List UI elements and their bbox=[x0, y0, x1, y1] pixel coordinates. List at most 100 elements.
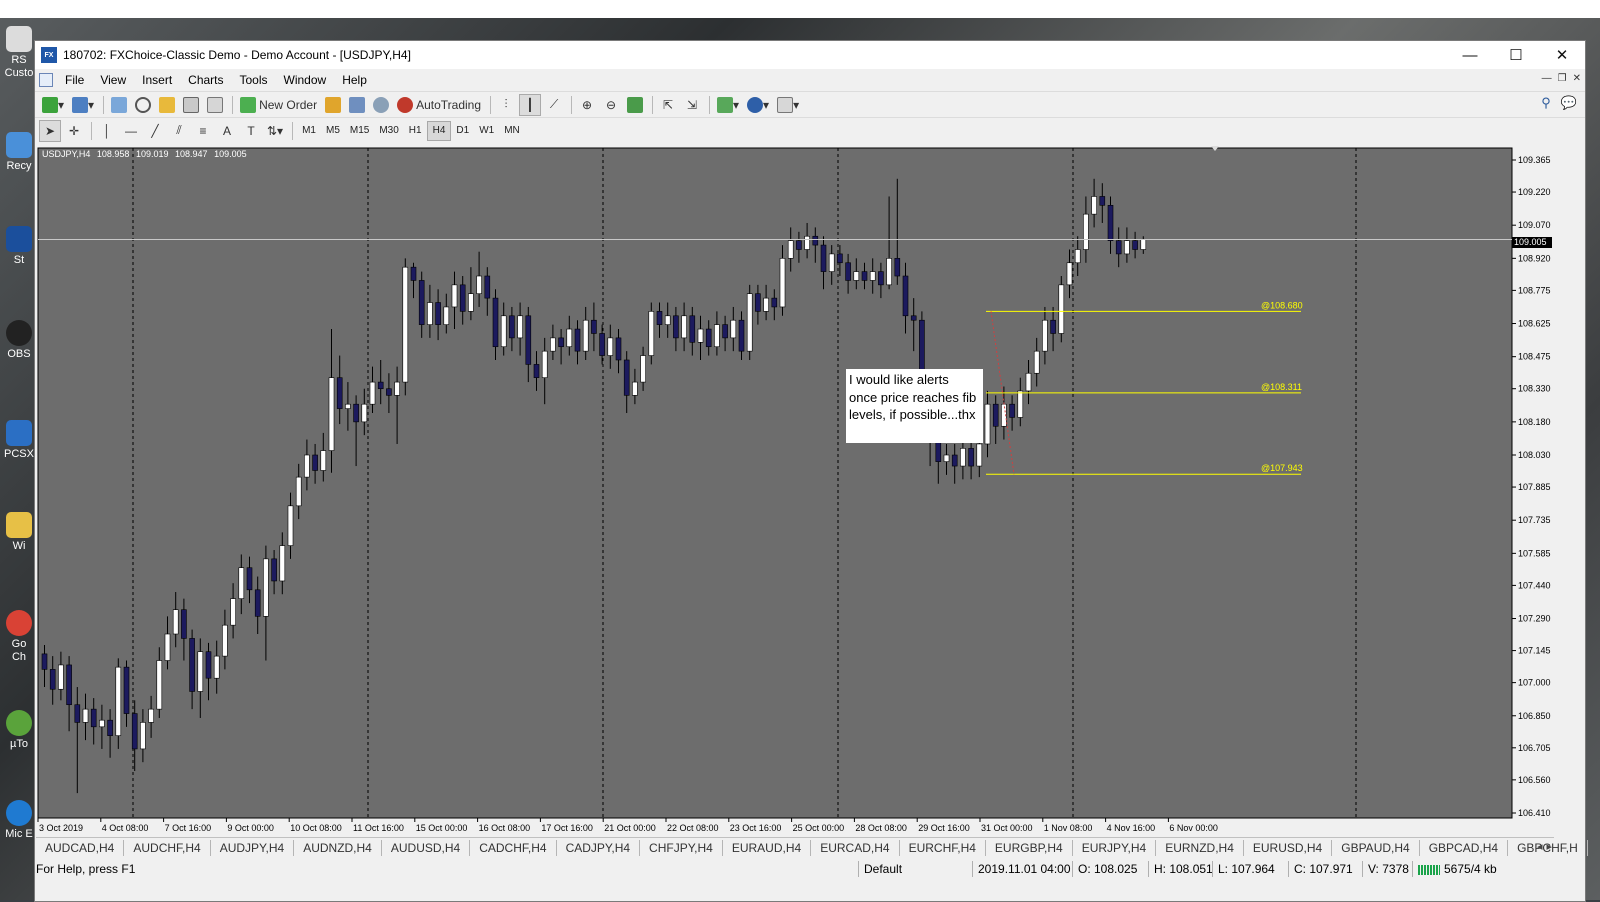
profiles-button[interactable]: ▾ bbox=[69, 94, 97, 116]
indicators-button[interactable]: ▾ bbox=[714, 94, 742, 116]
strategy-tester-button[interactable] bbox=[204, 94, 226, 116]
fibonacci-button[interactable]: ≡ bbox=[192, 120, 214, 142]
time-axis-label: 25 Oct 00:00 bbox=[793, 823, 845, 833]
navigator-icon bbox=[159, 96, 176, 113]
data-window-button[interactable] bbox=[132, 94, 154, 116]
close-button[interactable]: ✕ bbox=[1539, 41, 1585, 69]
menu-file[interactable]: File bbox=[57, 69, 92, 91]
metaeditor-button[interactable] bbox=[322, 94, 344, 116]
chart-shift-button[interactable]: ⇲ bbox=[681, 94, 703, 116]
desktop-icon-obs[interactable]: OBS bbox=[4, 320, 34, 361]
tab-audnzd[interactable]: AUDNZD,H4 bbox=[294, 839, 382, 856]
equidistant-channel-button[interactable]: ⫽ bbox=[168, 120, 190, 142]
timeframe-h4[interactable]: H4 bbox=[426, 120, 452, 141]
arrows-button[interactable]: ⇅▾ bbox=[264, 120, 286, 142]
tab-audjpy[interactable]: AUDJPY,H4 bbox=[211, 839, 295, 856]
tab-cadchf[interactable]: CADCHF,H4 bbox=[470, 839, 557, 856]
fx-app-icon: FX bbox=[41, 47, 57, 63]
time-axis-label: 22 Oct 08:00 bbox=[667, 823, 719, 833]
crosshair-icon bbox=[135, 96, 152, 113]
vertical-line-button[interactable]: │ bbox=[96, 120, 118, 142]
trendline-button[interactable]: ╱ bbox=[144, 120, 166, 142]
desktop-icon-1[interactable]: RS Custo bbox=[4, 26, 34, 80]
candlestick-button[interactable]: ┃ bbox=[519, 93, 542, 116]
periods-button[interactable]: ▾ bbox=[744, 94, 772, 116]
mail-button[interactable] bbox=[346, 94, 368, 116]
search-icon[interactable]: ⚲ bbox=[1541, 95, 1551, 111]
timeframe-d1[interactable]: D1 bbox=[451, 121, 474, 141]
chart-area[interactable]: @108.680 @108.311 @107.943 109.365 109.220 10… bbox=[36, 146, 1554, 835]
child-close-icon[interactable]: ✕ bbox=[1573, 73, 1581, 84]
timeframe-h1[interactable]: H1 bbox=[404, 121, 427, 141]
tab-eurgbp[interactable]: EURGBP,H4 bbox=[986, 839, 1073, 856]
bull-candle bbox=[345, 403, 351, 409]
line-chart-button[interactable]: ⟋ bbox=[543, 94, 565, 116]
market-watch-button[interactable] bbox=[108, 94, 130, 116]
tab-gbpcad[interactable]: GBPCAD,H4 bbox=[1420, 839, 1509, 856]
desktop-icon-3[interactable]: St bbox=[4, 226, 34, 267]
cursor-button[interactable]: ➤ bbox=[39, 119, 61, 142]
menu-tools[interactable]: Tools bbox=[232, 69, 276, 91]
timeframe-m15[interactable]: M15 bbox=[345, 121, 374, 141]
title-bar[interactable]: FX 180702: FXChoice-Classic Demo - Demo … bbox=[35, 41, 1585, 69]
tab-eurnzd[interactable]: EURNZD,H4 bbox=[1156, 839, 1244, 856]
signals-button[interactable] bbox=[370, 94, 392, 116]
tab-scroll-left-icon[interactable]: ◂ bbox=[1537, 840, 1543, 853]
bull-candle bbox=[476, 275, 482, 294]
timeframe-mn[interactable]: MN bbox=[499, 121, 525, 141]
tab-chfjpy[interactable]: CHFJPY,H4 bbox=[640, 839, 723, 856]
auto-scroll-button[interactable]: ⇱ bbox=[657, 94, 679, 116]
zoom-out-button[interactable]: ⊖ bbox=[600, 94, 622, 116]
tab-audusd[interactable]: AUDUSD,H4 bbox=[382, 839, 471, 856]
timeframe-w1[interactable]: W1 bbox=[474, 121, 499, 141]
templates-button[interactable]: ▾ bbox=[774, 94, 802, 116]
desktop-icon-pcsx[interactable]: PCSX bbox=[4, 420, 34, 461]
autotrading-button[interactable]: AutoTrading bbox=[394, 94, 484, 116]
chat-icon[interactable]: 💬 bbox=[1561, 95, 1577, 111]
timeframe-m1[interactable]: M1 bbox=[297, 121, 321, 141]
desktop-icon-chrome[interactable]: Go Ch bbox=[4, 610, 34, 664]
desktop-icon-recycle-bin[interactable]: Recy bbox=[4, 132, 34, 173]
chart-window-icon[interactable] bbox=[39, 73, 53, 87]
tab-eurcad[interactable]: EURCAD,H4 bbox=[811, 839, 900, 856]
crosshair-button[interactable]: ✛ bbox=[63, 120, 85, 142]
tab-eurusd[interactable]: EURUSD,H4 bbox=[1244, 839, 1333, 856]
tab-eurjpy[interactable]: EURJPY,H4 bbox=[1073, 839, 1157, 856]
minimize-button[interactable]: — bbox=[1447, 41, 1493, 69]
timeframe-m5[interactable]: M5 bbox=[321, 121, 345, 141]
tile-windows-icon bbox=[627, 96, 644, 113]
zoom-in-button[interactable]: ⊕ bbox=[576, 94, 598, 116]
tab-cadjpy[interactable]: CADJPY,H4 bbox=[557, 839, 641, 856]
child-restore-icon[interactable]: ❐ bbox=[1558, 73, 1567, 84]
text-button[interactable]: A bbox=[216, 120, 238, 142]
menu-help[interactable]: Help bbox=[334, 69, 375, 91]
new-chart-button[interactable]: ▾ bbox=[39, 94, 67, 116]
horizontal-line-button[interactable]: — bbox=[120, 120, 142, 142]
timeframe-m30[interactable]: M30 bbox=[374, 121, 403, 141]
terminal-button[interactable] bbox=[180, 94, 202, 116]
tab-scroll-right-icon[interactable]: ▸ bbox=[1546, 840, 1552, 853]
tab-gbpaud[interactable]: GBPAUD,H4 bbox=[1332, 839, 1420, 856]
tab-euraud[interactable]: EURAUD,H4 bbox=[723, 839, 812, 856]
child-minimize-icon[interactable]: — bbox=[1542, 73, 1552, 84]
desktop-icon-utorrent[interactable]: µTo bbox=[4, 710, 34, 751]
desktop-icon-edge[interactable]: Mic E bbox=[4, 800, 34, 841]
chart-shift-icon: ⇲ bbox=[686, 97, 698, 112]
new-order-button[interactable]: New Order bbox=[237, 94, 320, 116]
chart-text-note[interactable]: I would like alerts once price reaches f… bbox=[846, 369, 983, 443]
menu-charts[interactable]: Charts bbox=[180, 69, 231, 91]
text-label-button[interactable]: T bbox=[240, 120, 262, 142]
bar-chart-button[interactable]: ⫶ bbox=[495, 94, 517, 116]
desktop-icon-6[interactable]: Wi bbox=[4, 512, 34, 553]
tab-audchf[interactable]: AUDCHF,H4 bbox=[124, 839, 211, 856]
menu-window[interactable]: Window bbox=[276, 69, 335, 91]
navigator-button[interactable] bbox=[156, 94, 178, 116]
tab-eurchf[interactable]: EURCHF,H4 bbox=[900, 839, 986, 856]
maximize-button[interactable]: ☐ bbox=[1493, 41, 1539, 69]
tab-audcad[interactable]: AUDCAD,H4 bbox=[36, 839, 125, 856]
menu-insert[interactable]: Insert bbox=[134, 69, 180, 91]
price-axis-label: 107.735 bbox=[1518, 515, 1551, 525]
price-chart[interactable]: @108.680 @108.311 @107.943 109.365 109.220 10… bbox=[36, 146, 1554, 835]
menu-view[interactable]: View bbox=[92, 69, 134, 91]
tile-windows-button[interactable] bbox=[624, 94, 646, 116]
